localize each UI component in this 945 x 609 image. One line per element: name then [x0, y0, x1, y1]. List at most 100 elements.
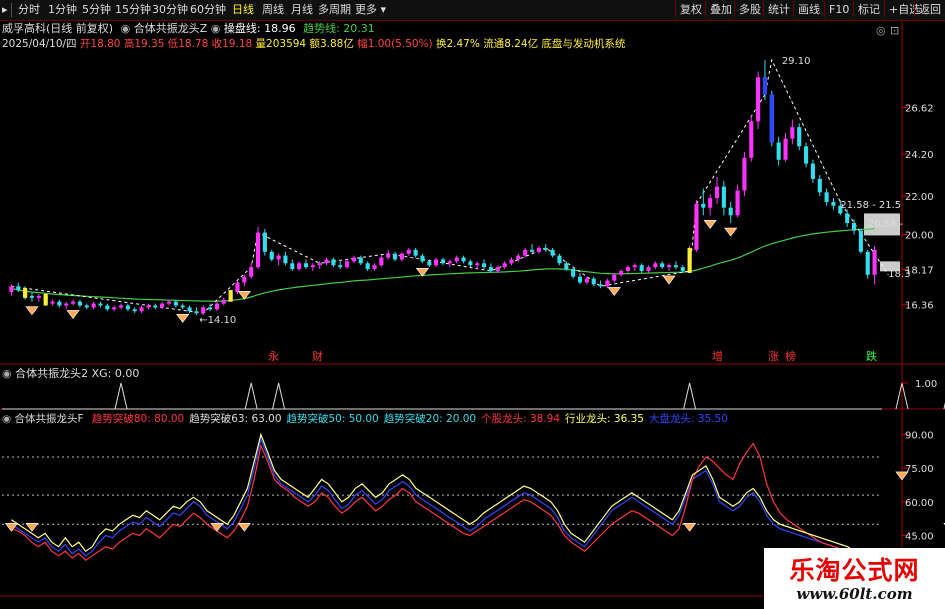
tab-9[interactable]: 多周期 — [318, 0, 351, 20]
signal-diamond-icon — [25, 306, 39, 316]
tab-2[interactable]: 5分钟 — [82, 0, 111, 20]
candle-body — [112, 307, 117, 310]
tab-3[interactable]: 15分钟 — [115, 0, 151, 20]
caoban-value: 18.96 — [264, 22, 296, 35]
sub1-title[interactable]: 合体共振龙头2 — [15, 367, 88, 380]
candle-body — [598, 284, 603, 287]
candle-body — [790, 127, 795, 139]
candle-body — [584, 278, 589, 283]
xg-signal-spike — [895, 382, 909, 410]
price-axis-label: 24.20 — [905, 150, 934, 161]
candle-body — [242, 276, 247, 283]
chart-close-icon[interactable]: ⊡ — [890, 24, 899, 37]
candle-body — [687, 249, 692, 271]
toolbar-button-2[interactable]: 多股 — [734, 1, 763, 18]
chart-header-line1: 威孚高科(日线 前复权) ◉ 合体共振龙头Z ◉ 操盘线: 18.96 趋势线:… — [2, 22, 375, 36]
tab-0[interactable]: 分时 — [18, 0, 40, 20]
tab-6[interactable]: 日线 — [232, 0, 254, 20]
highlight-candle — [43, 293, 48, 306]
xg-value: 0.00 — [114, 367, 140, 380]
candle-body — [187, 307, 192, 312]
stock-title: 威孚高科(日线 前复权) — [2, 22, 114, 35]
candle-body — [173, 301, 178, 306]
change-label: 幅 — [357, 38, 368, 50]
candle-body — [530, 249, 535, 252]
candle-body — [146, 305, 151, 308]
candle-body — [269, 251, 274, 260]
xg-signal-spike — [244, 382, 258, 410]
candle-body — [91, 303, 96, 308]
candle-body — [762, 77, 768, 95]
candle-body — [303, 263, 309, 268]
candle-body — [851, 223, 857, 231]
chart-area[interactable]: 26.62 24.20 22.00 20.00 18.17 16.36 29.10 ←14.1… — [0, 0, 945, 609]
candle-body — [523, 249, 528, 256]
candle-body — [591, 278, 596, 285]
indicator-name[interactable]: 合体共振龙头Z — [134, 22, 208, 35]
settings-icon[interactable]: ◉ — [2, 413, 11, 425]
event-tag: 财 — [312, 349, 323, 363]
candle-body — [488, 267, 494, 271]
candle-body — [139, 307, 144, 312]
highlight-candle — [687, 247, 692, 273]
tab-8[interactable]: 月线 — [291, 0, 313, 20]
settings-icon[interactable]: ◉ — [211, 22, 221, 35]
toolbar-button-8[interactable]: 返回 — [914, 1, 945, 18]
chart-settings-icon[interactable]: ◎ — [876, 24, 886, 37]
candle-body — [536, 247, 541, 252]
quote-date: 2025/04/10/四 — [2, 38, 77, 50]
candle-body — [372, 265, 377, 270]
candle-body — [386, 253, 391, 258]
candle-body — [482, 263, 487, 268]
tab-7[interactable]: 周线 — [262, 0, 284, 20]
candle-body — [810, 163, 815, 179]
sub2-title[interactable]: 合体共振龙头F — [15, 413, 84, 425]
toolbar-divider — [11, 3, 12, 17]
sub2-legend-item: 行业龙头: 36.35 — [565, 413, 644, 425]
toolbar-button-5[interactable]: F10 — [824, 1, 853, 18]
candle-body — [673, 265, 678, 268]
settings-icon[interactable]: ◉ — [121, 22, 131, 35]
candle-body — [865, 251, 870, 275]
sub2-header: ◉ 合体共振龙头F 趋势突破80: 80.00 趋势突破63: 63.00 趋势突破… — [2, 412, 728, 426]
toolbar-button-4[interactable]: 画线 — [793, 1, 824, 18]
candle-body — [619, 270, 624, 275]
candle-body — [132, 309, 137, 312]
candle-body — [701, 203, 706, 208]
toolbar-button-1[interactable]: 叠加 — [705, 1, 734, 18]
event-tag: 跌 — [866, 349, 877, 363]
candle-body — [495, 267, 500, 271]
high-label: 高 — [123, 38, 135, 50]
toolbar-button-0[interactable]: 复权 — [675, 1, 705, 18]
candle-body — [571, 269, 576, 277]
price-axis-label: 20.00 — [905, 231, 934, 242]
candle-body — [71, 301, 76, 304]
candle-body — [324, 259, 329, 264]
candle-body — [516, 255, 521, 260]
trend-value: 20.31 — [343, 22, 375, 35]
tab-5[interactable]: 60分钟 — [190, 0, 226, 20]
toolbar-button-3[interactable]: 统计 — [763, 1, 793, 18]
tab-10[interactable]: 更多 ▾ — [355, 0, 386, 20]
chart-header-line2: 2025/04/10/四 开18.80 高19.35 低18.78 收19.18… — [2, 37, 625, 51]
event-tag: 榜 — [785, 349, 796, 363]
settings-icon[interactable]: ◉ — [2, 367, 12, 380]
toolbar-button-7[interactable]: +自选 — [884, 1, 920, 18]
candle-body — [153, 305, 158, 308]
tab-1[interactable]: 1分钟 — [48, 0, 77, 20]
signal-diamond-icon — [237, 522, 251, 532]
signal-diamond-icon — [607, 287, 621, 296]
tab-4[interactable]: 30分钟 — [152, 0, 188, 20]
signal-diamond-icon — [66, 310, 80, 319]
candle-body — [276, 255, 281, 260]
toolbar-button-6[interactable]: 标记 — [853, 1, 884, 18]
candle-body — [228, 292, 233, 300]
trend-zigzag-line — [11, 58, 889, 314]
candle-body — [255, 232, 261, 268]
sector-label[interactable]: 底盘与发动机系统 — [541, 38, 625, 50]
sub2-axis-label: 90.00 — [905, 430, 934, 441]
candle-body — [160, 303, 165, 308]
toolbar-expand-icon[interactable]: ▸ — [2, 0, 8, 20]
candle-body — [29, 295, 35, 298]
candle-body — [77, 301, 82, 306]
